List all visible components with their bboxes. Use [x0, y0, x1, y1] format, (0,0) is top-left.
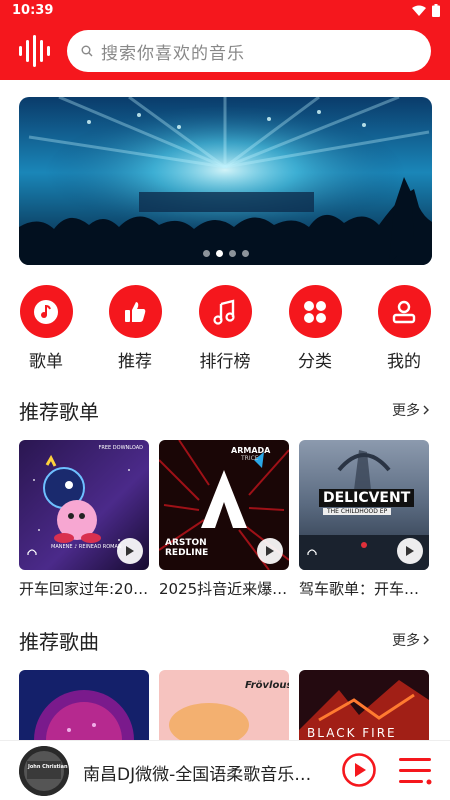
mini-player[interactable]: John Christian 南昌DJ微微-全国语柔歌音乐… — [0, 740, 450, 800]
nav-label: 推荐 — [118, 352, 152, 372]
search-icon — [81, 45, 93, 57]
nav-label: 排行榜 — [199, 352, 251, 372]
playlist-card[interactable]: ARMADA TRICE ARSTON REDLINE 2025抖音近来爆… — [159, 440, 289, 599]
play-icon — [406, 546, 414, 556]
section-title-songs: 推荐歌曲 — [19, 630, 99, 654]
album-art-image — [19, 746, 69, 796]
status-bar: 10:39 — [0, 0, 450, 22]
play-button[interactable] — [397, 538, 423, 564]
nav-label: 分类 — [298, 352, 332, 372]
nav-item-playlists[interactable]: 歌单 — [6, 285, 86, 372]
nav-label: 我的 — [387, 352, 421, 372]
playlist-card[interactable]: DELICVENT THE CHILDHOOD EP 驾车歌单：开车… — [299, 440, 429, 599]
cover-label-bottom: ARSTON — [165, 538, 207, 548]
user-icon — [392, 300, 416, 323]
more-playlists-button[interactable]: 更多 — [392, 400, 430, 420]
nav-item-categories[interactable]: 分类 — [275, 285, 355, 372]
cover-label-top: Frövlous — [245, 680, 289, 691]
cover-label-bottom2: REDLINE — [165, 548, 209, 558]
playlist-title: 开车回家过年:20… — [19, 580, 149, 598]
carousel-dots — [19, 250, 432, 257]
carousel-dot[interactable] — [202, 250, 210, 257]
play-button[interactable] — [117, 538, 143, 564]
cover-label-bottom: MANENE ♪ REINEAD ROMAN — [51, 544, 122, 550]
nav-item-charts[interactable]: 排行榜 — [185, 285, 265, 372]
cover-label-top: FREE DOWNLOAD — [98, 445, 143, 451]
nav-circle — [19, 285, 73, 338]
cover-label-sub: TRICE — [241, 455, 259, 462]
music-list-icon — [213, 298, 235, 325]
more-songs-button[interactable]: 更多 — [392, 630, 430, 650]
wifi-icon — [412, 5, 426, 16]
cover-label-top: DELICVENT — [319, 489, 415, 507]
status-time: 10:39 — [12, 3, 54, 18]
concert-banner-image — [19, 97, 432, 265]
music-note-icon — [34, 299, 58, 324]
play-icon — [266, 546, 274, 556]
album-disc[interactable]: John Christian — [19, 746, 69, 796]
carousel-dot[interactable] — [228, 250, 236, 257]
cover-label-top: BLACK FIRE — [307, 726, 397, 740]
more-label: 更多 — [392, 403, 420, 419]
playlist-title: 驾车歌单：开车… — [299, 580, 420, 598]
play-button[interactable] — [257, 538, 283, 564]
thumbs-up-icon — [125, 301, 146, 322]
album-disc-text: John Christian — [28, 764, 68, 770]
more-label: 更多 — [392, 633, 420, 649]
battery-icon — [432, 4, 440, 17]
category-icon — [304, 300, 326, 323]
nav-item-mine[interactable]: 我的 — [364, 285, 444, 372]
playlist-cover: ARMADA TRICE ARSTON REDLINE — [159, 440, 289, 570]
chevron-right-icon — [423, 635, 429, 645]
search-input[interactable]: 搜索你喜欢的音乐 — [67, 30, 431, 72]
banner-carousel[interactable] — [19, 97, 432, 265]
app-header: 搜索你喜欢的音乐 — [0, 22, 450, 80]
chevron-right-icon — [423, 405, 429, 415]
now-playing-title: 南昌DJ微微-全国语柔歌音乐… — [83, 765, 312, 785]
playlist-cover: DELICVENT THE CHILDHOOD EP — [299, 440, 429, 570]
play-circle-button[interactable] — [341, 752, 377, 788]
section-title-playlists: 推荐歌单 — [19, 400, 99, 424]
nav-shortcuts: 歌单 推荐 排行榜 分类 我的 — [0, 285, 450, 372]
nav-circle — [377, 285, 431, 338]
play-icon — [126, 546, 134, 556]
nav-label: 歌单 — [29, 352, 63, 372]
nav-circle — [108, 285, 162, 338]
headphones-icon — [27, 549, 37, 555]
carousel-dot[interactable] — [241, 250, 249, 257]
search-placeholder: 搜索你喜欢的音乐 — [101, 43, 245, 64]
playlist-title: 2025抖音近来爆… — [159, 580, 288, 598]
cover-label-top: ARMADA — [231, 446, 271, 455]
nav-circle — [198, 285, 252, 338]
carousel-dot-active[interactable] — [215, 250, 223, 257]
cover-label-sub: THE CHILDHOOD EP — [323, 508, 392, 515]
sound-wave-logo-icon[interactable] — [18, 35, 54, 67]
nav-item-recommend[interactable]: 推荐 — [95, 285, 175, 372]
playlist-menu-button[interactable] — [397, 755, 433, 787]
nav-circle — [288, 285, 342, 338]
status-icons — [412, 4, 440, 17]
headphones-icon — [307, 549, 317, 555]
playlist-cover: FREE DOWNLOAD MANENE ♪ REINEAD ROMAN — [19, 440, 149, 570]
playlist-card[interactable]: FREE DOWNLOAD MANENE ♪ REINEAD ROMAN 开车回… — [19, 440, 149, 599]
